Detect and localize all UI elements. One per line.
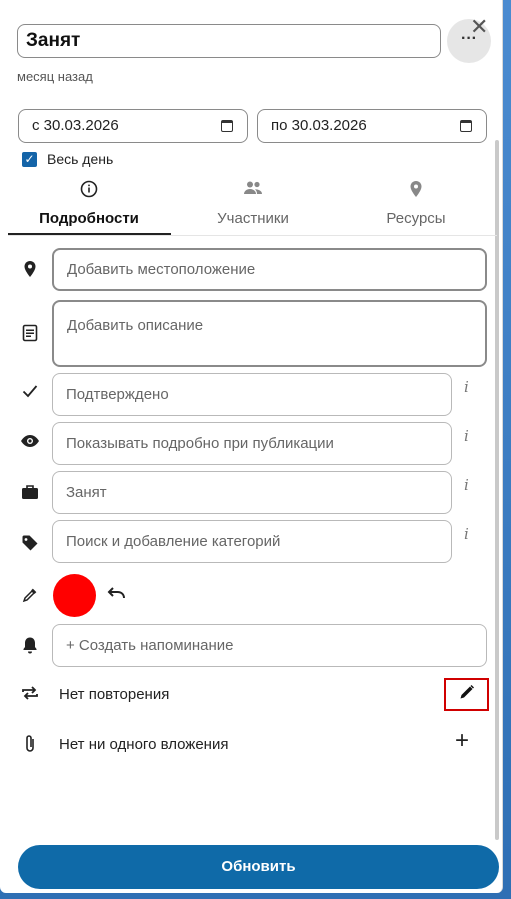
close-button[interactable]: ✕ [470, 16, 488, 38]
checkmark-icon [20, 384, 40, 403]
event-color-swatch[interactable] [53, 574, 96, 617]
color-picker-icon [20, 587, 40, 608]
start-date-field[interactable]: с 30.03.2026 [18, 109, 248, 143]
tab-participants[interactable]: Участники [172, 180, 334, 227]
add-attachment-button[interactable]: + [455, 729, 469, 753]
update-button[interactable]: Обновить [18, 845, 499, 889]
pencil-icon [459, 685, 475, 704]
end-date-field[interactable]: по 30.03.2026 [257, 109, 487, 143]
description-input[interactable]: Добавить описание [52, 300, 487, 367]
start-date-value: с 30.03.2026 [32, 117, 119, 134]
all-day-checkbox[interactable]: ✓ [22, 152, 37, 167]
reset-color-icon[interactable] [107, 583, 127, 606]
bell-icon [20, 636, 40, 659]
show-as-info-icon[interactable]: i [464, 476, 469, 494]
recurrence-label: Нет повторения [59, 686, 170, 703]
show-as-select[interactable]: Занят [52, 471, 452, 514]
all-day-label: Весь день [47, 151, 114, 167]
visibility-select[interactable]: Показывать подробно при публикации [52, 422, 452, 465]
create-reminder-button[interactable]: + Создать напоминание [52, 624, 487, 667]
status-info-icon[interactable]: i [464, 378, 469, 396]
event-editor-panel: Занят ··· ✕ месяц назад с 30.03.2026 по … [0, 0, 503, 893]
location-input[interactable]: Добавить местоположение [52, 248, 487, 291]
tab-resources[interactable]: Ресурсы [335, 180, 497, 227]
location-pin-icon [335, 180, 497, 202]
tab-details-label: Подробности [39, 210, 139, 227]
calendar-icon[interactable] [221, 120, 233, 132]
briefcase-icon [20, 484, 40, 505]
category-info-icon[interactable]: i [464, 525, 469, 543]
category-search-input[interactable]: Поиск и добавление категорий [52, 520, 452, 563]
tab-resources-label: Ресурсы [386, 210, 446, 227]
attachments-label: Нет ни одного вложения [59, 736, 229, 753]
info-icon [8, 180, 170, 202]
eye-icon [20, 434, 40, 453]
people-icon [172, 180, 334, 202]
description-icon [20, 324, 40, 347]
paperclip-icon [20, 734, 40, 759]
repeat-icon [20, 685, 40, 706]
scrollbar[interactable] [495, 140, 499, 840]
end-date-value: по 30.03.2026 [271, 117, 367, 134]
calendar-icon[interactable] [460, 120, 472, 132]
visibility-info-icon[interactable]: i [464, 427, 469, 445]
last-modified-text: месяц назад [17, 69, 93, 84]
tab-divider [8, 235, 497, 236]
tag-icon [20, 534, 40, 557]
location-pin-icon [20, 260, 40, 283]
status-select[interactable]: Подтверждено [52, 373, 452, 416]
edit-recurrence-button[interactable] [444, 678, 489, 711]
tab-details[interactable]: Подробности [8, 180, 170, 227]
tab-participants-label: Участники [217, 210, 289, 227]
event-title-input[interactable]: Занят [17, 24, 441, 58]
